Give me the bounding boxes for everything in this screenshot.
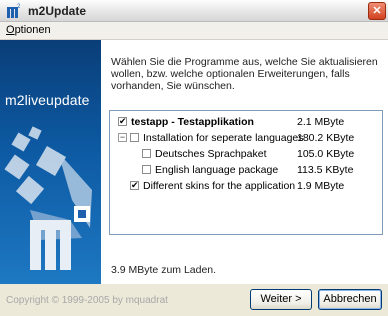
tree-label-english: English language package (155, 164, 279, 176)
update-window: 2 m2Update ✕ Optionen m2liveupdate Wähle… (0, 0, 388, 316)
banner-title: m2liveupdate (5, 92, 90, 108)
banner-artwork (4, 126, 92, 270)
footer-bar: Copyright © 1999-2005 by mquadrat Weiter… (0, 284, 388, 316)
copyright-text: Copyright © 1999-2005 by mquadrat (6, 295, 168, 306)
tree-row-english[interactable]: English language package 113.5 KByte (116, 163, 378, 177)
tree-label-testapp: testapp - Testapplikation (131, 116, 254, 128)
tree-row-testapp[interactable]: testapp - Testapplikation 2.1 MByte (116, 115, 378, 129)
svg-text:2: 2 (17, 4, 21, 10)
tree-size-skins: 1.9 MByte (297, 180, 345, 192)
checkbox-testapp[interactable] (118, 115, 127, 127)
next-button[interactable]: Weiter > (250, 289, 312, 310)
tree-label-languages: Installation for seperate languages (143, 132, 304, 144)
tree-row-skins[interactable]: Different skins for the application 1.9 … (116, 179, 378, 193)
main-content: Wählen Sie die Programme aus, welche Sie… (101, 40, 388, 284)
checkbox-skins[interactable] (130, 179, 139, 191)
component-tree[interactable]: testapp - Testapplikation 2.1 MByte − In… (109, 110, 383, 235)
brand-banner: m2liveupdate (0, 40, 101, 284)
window-title: m2Update (28, 4, 87, 18)
instructions-text: Wählen Sie die Programme aus, welche Sie… (111, 56, 378, 92)
tree-label-skins: Different skins for the application (143, 180, 296, 192)
menu-optionen-label: ptionen (14, 24, 51, 36)
menu-bar: Optionen (0, 22, 388, 40)
tree-size-languages: 180.2 KByte (297, 132, 355, 144)
collapse-icon[interactable]: − (118, 133, 127, 142)
tree-size-german: 105.0 KByte (297, 148, 355, 160)
tree-size-english: 113.5 KByte (297, 164, 354, 176)
tree-row-languages[interactable]: − Installation for seperate languages 18… (116, 131, 378, 145)
menu-optionen-mnemonic: O (6, 24, 15, 36)
title-bar[interactable]: 2 m2Update ✕ (0, 0, 388, 22)
menu-optionen[interactable]: Optionen (6, 24, 51, 36)
download-size-status: 3.9 MByte zum Laden. (111, 264, 217, 276)
checkbox-languages[interactable] (130, 133, 139, 142)
m2-app-icon: 2 (6, 3, 22, 19)
tree-row-german[interactable]: Deutsches Sprachpaket 105.0 KByte (116, 147, 378, 161)
checkbox-english[interactable] (142, 165, 151, 174)
checkbox-german[interactable] (142, 149, 151, 158)
tree-label-german: Deutsches Sprachpaket (155, 148, 267, 160)
cancel-button[interactable]: Abbrechen (318, 289, 382, 310)
tree-size-testapp: 2.1 MByte (297, 116, 345, 128)
close-icon: ✕ (372, 5, 382, 17)
close-button[interactable]: ✕ (368, 2, 386, 20)
